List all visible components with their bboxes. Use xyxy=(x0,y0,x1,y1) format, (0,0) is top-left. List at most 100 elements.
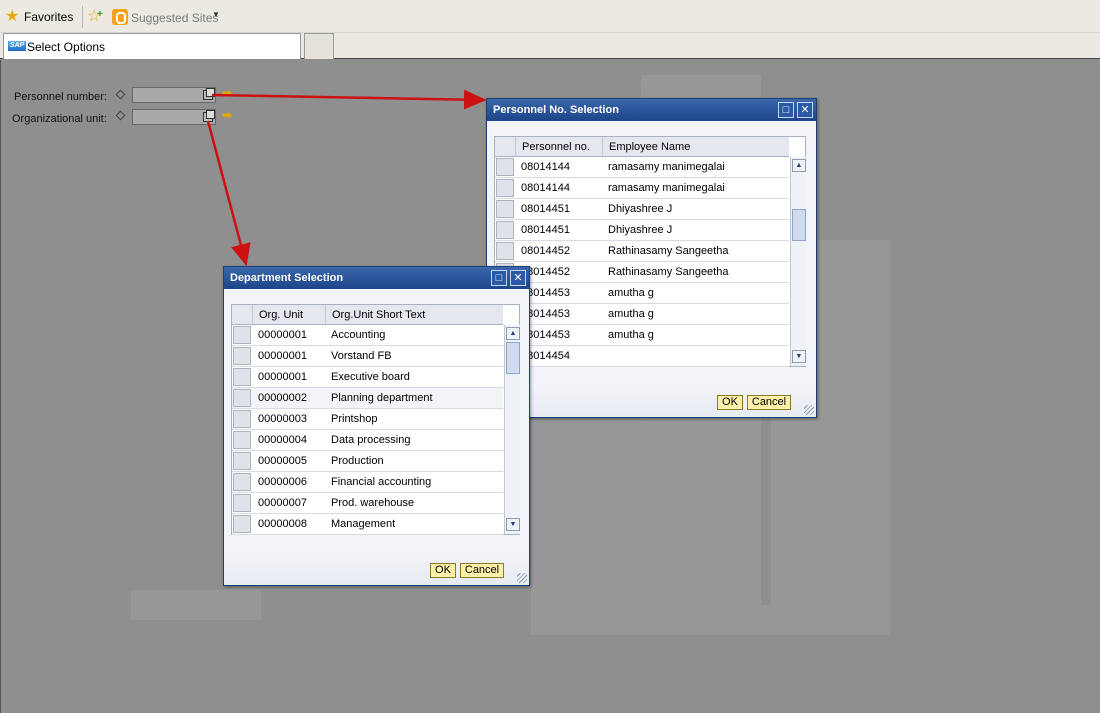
column-header[interactable]: Employee Name xyxy=(602,137,789,157)
table-row[interactable]: 00000006 Financial accounting xyxy=(232,472,503,493)
chevron-down-icon[interactable]: ▼ xyxy=(212,10,220,19)
table-cell: Executive board xyxy=(331,371,410,383)
table-row[interactable]: 00000002 Planning department xyxy=(232,388,503,409)
table-cell: amutha g xyxy=(608,329,654,341)
table-row[interactable]: 00000003 Printshop xyxy=(232,409,503,430)
suggested-sites-icon[interactable] xyxy=(112,9,128,25)
table-row[interactable]: 08014144 ramasamy manimegalai xyxy=(495,178,789,199)
multiple-selection-arrow-icon[interactable]: ➡ xyxy=(222,109,234,121)
table-cell: Rathinasamy Sangeetha xyxy=(608,245,729,257)
table-cell: 00000005 xyxy=(258,455,307,467)
tab-strip: SAP Select Options xyxy=(0,33,1100,59)
suggested-sites-link[interactable]: Suggested Sites xyxy=(131,11,218,25)
table-cell: ramasamy manimegalai xyxy=(608,182,725,194)
table-cell: Data processing xyxy=(331,434,411,446)
value-help-icon[interactable] xyxy=(203,88,215,100)
value-help-icon[interactable] xyxy=(203,110,215,122)
new-tab-button[interactable] xyxy=(304,33,334,59)
maximize-icon[interactable]: □ xyxy=(491,270,507,286)
scroll-up-icon[interactable]: ▲ xyxy=(792,159,806,172)
scroll-down-icon[interactable]: ▼ xyxy=(506,518,520,531)
resize-grip-icon[interactable] xyxy=(804,405,814,415)
background-shape xyxy=(131,590,261,620)
scroll-down-icon[interactable]: ▼ xyxy=(792,350,806,363)
table-cell: 08014451 xyxy=(521,203,570,215)
close-icon[interactable]: ✕ xyxy=(797,102,813,118)
table-row[interactable]: 08014453 amutha g xyxy=(495,283,789,304)
table-row[interactable]: 00000007 Prod. warehouse xyxy=(232,493,503,514)
row-selector[interactable] xyxy=(496,158,514,176)
vertical-scrollbar[interactable]: ▲ ▼ xyxy=(504,325,520,534)
table-cell: 08014144 xyxy=(521,182,570,194)
required-diamond-icon xyxy=(115,110,126,121)
row-selector[interactable] xyxy=(496,242,514,260)
ok-button[interactable]: OK xyxy=(717,395,743,410)
table-cell: Accounting xyxy=(331,329,386,341)
row-selector[interactable] xyxy=(233,515,251,533)
table-row[interactable]: 08014451 Dhiyashree J xyxy=(495,220,789,241)
table-row[interactable]: 08014453 amutha g xyxy=(495,325,789,346)
table-cell: Printshop xyxy=(331,413,378,425)
ok-button[interactable]: OK xyxy=(430,563,456,578)
table-row[interactable]: 00000001 Vorstand FB xyxy=(232,346,503,367)
row-selector[interactable] xyxy=(233,410,251,428)
table-row[interactable]: 00000001 Accounting xyxy=(232,325,503,346)
table-cell: Financial accounting xyxy=(331,476,432,488)
multiple-selection-arrow-icon[interactable]: ➡ xyxy=(222,87,234,99)
cancel-button[interactable]: Cancel xyxy=(747,395,791,410)
table-row[interactable]: 08014452 Rathinasamy Sangeetha xyxy=(495,262,789,283)
table-row[interactable]: 08014453 amutha g xyxy=(495,304,789,325)
table-cell: Dhiyashree J xyxy=(608,224,673,236)
table-header: Org. Unit Org.Unit Short Text xyxy=(232,305,503,325)
table-cell: 08014452 xyxy=(521,245,570,257)
add-to-favorites-icon[interactable]: ☆ + xyxy=(87,8,105,26)
table-cell: ramasamy manimegalai xyxy=(608,161,725,173)
row-selector[interactable] xyxy=(233,347,251,365)
column-header[interactable]: Org.Unit Short Text xyxy=(325,305,503,325)
column-header[interactable]: Org. Unit xyxy=(252,305,325,325)
row-selector[interactable] xyxy=(233,389,251,407)
scroll-up-icon[interactable]: ▲ xyxy=(506,327,520,340)
table-cell: Prod. warehouse xyxy=(331,497,415,509)
tab-select-options[interactable]: SAP Select Options xyxy=(3,33,301,59)
cancel-button[interactable]: Cancel xyxy=(460,563,504,578)
table-row[interactable]: 08014454 xyxy=(495,346,789,367)
table-row[interactable]: 00000004 Data processing xyxy=(232,430,503,451)
maximize-icon[interactable]: □ xyxy=(778,102,794,118)
table-row[interactable]: 08014451 Dhiyashree J xyxy=(495,199,789,220)
row-selector[interactable] xyxy=(233,326,251,344)
row-selector[interactable] xyxy=(233,431,251,449)
resize-grip-icon[interactable] xyxy=(517,573,527,583)
favorites-star-icon[interactable]: ★ xyxy=(5,9,21,25)
table-row[interactable]: 08014452 Rathinasamy Sangeetha xyxy=(495,241,789,262)
table-row[interactable]: 00000008 Management xyxy=(232,514,503,535)
table-cell: Vorstand FB xyxy=(331,350,392,362)
table-cell: 08014451 xyxy=(521,224,570,236)
table-row[interactable]: 00000001 Executive board xyxy=(232,367,503,388)
column-header[interactable]: Personnel no. xyxy=(515,137,602,157)
table-cell: Dhiyashree J xyxy=(608,203,673,215)
row-selector[interactable] xyxy=(496,221,514,239)
close-icon[interactable]: ✕ xyxy=(510,270,526,286)
table-cell: 00000001 xyxy=(258,371,307,383)
table-cell: Planning department xyxy=(331,392,433,404)
table-row[interactable]: 00000005 Production xyxy=(232,451,503,472)
table-cell: 00000006 xyxy=(258,476,307,488)
background-shape xyxy=(531,420,641,635)
favorites-button[interactable]: Favorites xyxy=(24,10,73,24)
row-selector[interactable] xyxy=(233,473,251,491)
vertical-scrollbar[interactable]: ▲ ▼ xyxy=(790,157,806,366)
table-row[interactable]: 08014144 ramasamy manimegalai xyxy=(495,157,789,178)
row-selector[interactable] xyxy=(233,452,251,470)
organizational-unit-input[interactable] xyxy=(132,109,216,125)
personnel-number-input[interactable] xyxy=(132,87,216,103)
scroll-thumb[interactable] xyxy=(506,342,520,374)
row-selector[interactable] xyxy=(233,494,251,512)
scroll-thumb[interactable] xyxy=(792,209,806,241)
table-header: Personnel no. Employee Name xyxy=(495,137,789,157)
row-selector[interactable] xyxy=(496,179,514,197)
row-selector[interactable] xyxy=(496,200,514,218)
background-shape xyxy=(641,605,891,635)
row-selector[interactable] xyxy=(233,368,251,386)
table-cell: 00000001 xyxy=(258,329,307,341)
